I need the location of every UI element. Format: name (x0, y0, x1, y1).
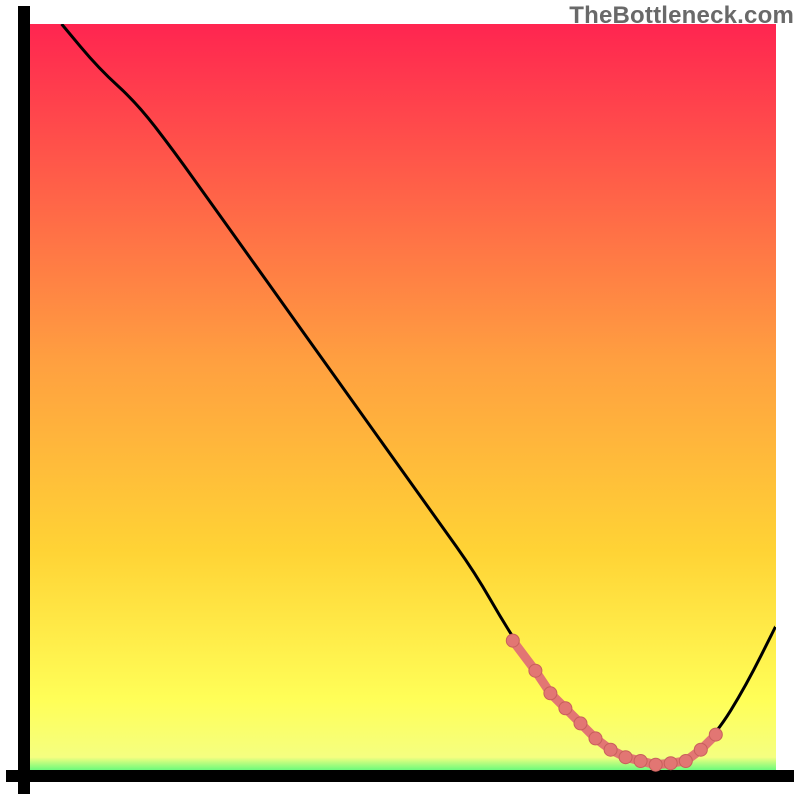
marker-dot (619, 751, 632, 764)
marker-dot (664, 757, 677, 770)
marker-dot (604, 743, 617, 756)
marker-dot (529, 664, 542, 677)
chart-canvas (0, 0, 800, 800)
watermark-text: TheBottleneck.com (569, 2, 794, 30)
marker-dot (649, 758, 662, 771)
marker-dot (679, 755, 692, 768)
marker-dot (709, 728, 722, 741)
bottleneck-chart: TheBottleneck.com (0, 0, 800, 800)
marker-dot (589, 732, 602, 745)
marker-dot (634, 755, 647, 768)
marker-dot (544, 687, 557, 700)
marker-dot (694, 743, 707, 756)
marker-dot (559, 702, 572, 715)
heat-background (24, 24, 776, 776)
marker-dot (574, 717, 587, 730)
marker-dot (506, 634, 519, 647)
